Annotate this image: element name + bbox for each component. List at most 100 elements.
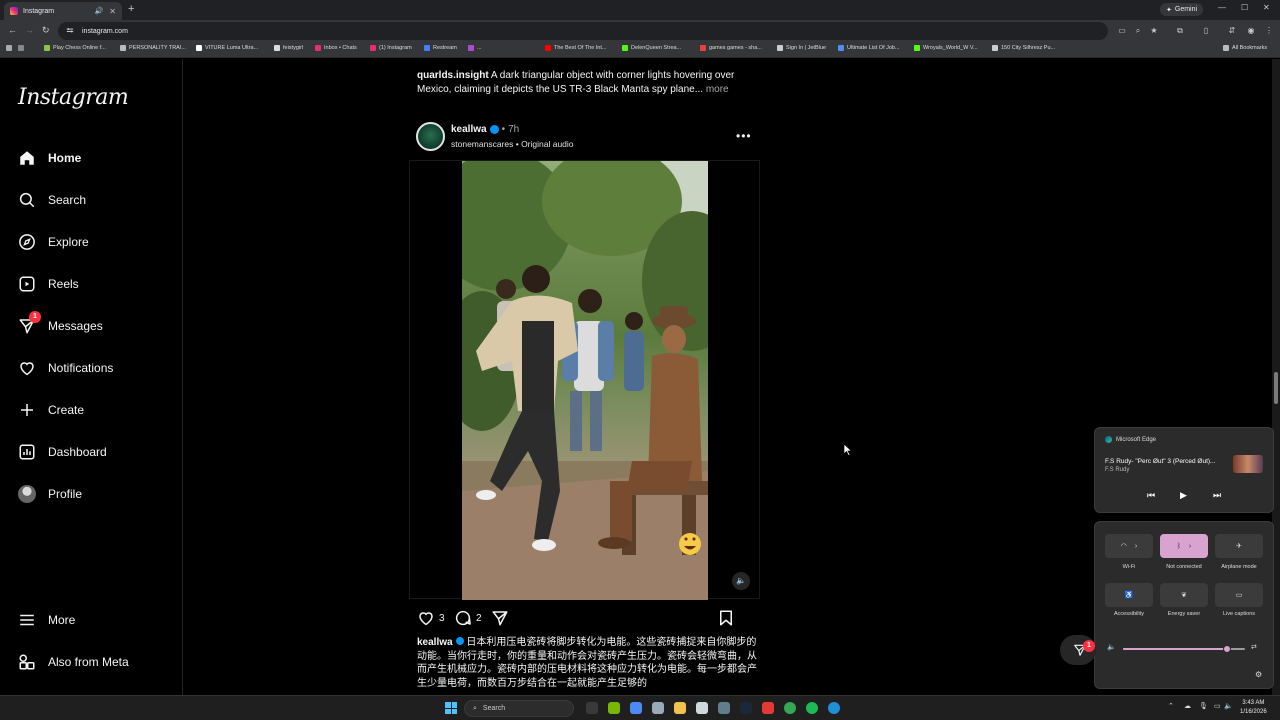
previous-track-icon[interactable]: ⏮ — [1147, 490, 1155, 501]
bluetooth-toggle[interactable]: ᛒ › — [1160, 534, 1208, 558]
post-username[interactable]: keallwa — [451, 124, 487, 135]
bookmark-item[interactable]: DelenQueen Strea... — [622, 45, 681, 51]
more-options-icon[interactable]: ••• — [736, 129, 752, 143]
volume-slider-thumb[interactable] — [1222, 645, 1231, 653]
nav-notifications[interactable]: Notifications — [18, 356, 113, 380]
apps-icon[interactable] — [6, 45, 12, 51]
maximize-icon[interactable]: ☐ — [1241, 3, 1248, 12]
nav-also-from-meta[interactable]: Also from Meta — [18, 650, 129, 674]
share-button[interactable] — [491, 609, 509, 627]
nav-dashboard[interactable]: Dashboard — [18, 440, 107, 464]
new-tab-button[interactable]: + — [128, 3, 134, 15]
scrollbar-thumb[interactable] — [1274, 372, 1278, 404]
spotify-icon[interactable] — [806, 702, 818, 714]
volume-icon[interactable]: 🔈 — [1107, 643, 1116, 651]
accessibility-toggle[interactable]: ♿ — [1105, 583, 1153, 607]
like-button[interactable]: 3 — [417, 609, 445, 627]
app-icon[interactable] — [652, 702, 664, 714]
bookmark-item[interactable]: Wroyals_World_W V... — [914, 45, 978, 51]
nav-messages[interactable]: 1 Messages — [18, 311, 103, 338]
settings-gear-icon[interactable]: ⚙ — [1255, 670, 1262, 679]
volume-icon[interactable]: 🔈 — [1224, 702, 1233, 710]
nav-reels[interactable]: Reels — [18, 272, 79, 296]
nav-home[interactable]: Home — [18, 146, 81, 170]
wifi-toggle[interactable]: ◠ › — [1105, 534, 1153, 558]
play-icon[interactable]: ▶ — [1180, 490, 1187, 501]
bookmark-item[interactable]: Play Chess Online f... — [44, 45, 106, 51]
bookmark-item[interactable]: Ultimate List Of Job... — [838, 45, 900, 51]
close-tab-icon[interactable]: ✕ — [109, 7, 116, 16]
comment-button[interactable]: 2 — [454, 609, 482, 627]
bookmark-item[interactable]: VITURE Luma Ultra... — [196, 45, 258, 51]
post-audio-subtitle[interactable]: stonemanscares • Original audio — [451, 139, 574, 149]
taskbar-search[interactable]: ⌕ Search — [464, 700, 574, 717]
nav-profile[interactable]: Profile — [18, 482, 82, 506]
tray-app-icon[interactable]: 🎙 — [1199, 702, 1208, 710]
energy-saver-toggle[interactable]: ❦ — [1160, 583, 1208, 607]
nav-more[interactable]: More — [18, 608, 75, 632]
next-track-icon[interactable]: ⏭ — [1213, 490, 1221, 501]
nvidia-icon[interactable] — [608, 702, 620, 714]
bookmark-item[interactable]: games games - sha... — [700, 45, 762, 51]
store-icon[interactable] — [696, 702, 708, 714]
bookmark-item[interactable]: feistygirl — [274, 45, 303, 51]
network-icon[interactable]: ▭ — [1214, 702, 1221, 710]
bookmark-item[interactable]: 150 City Silhresz Pu... — [992, 45, 1055, 51]
windows-start-icon[interactable] — [445, 702, 457, 714]
nav-explore[interactable]: Explore — [18, 230, 89, 254]
nav-search[interactable]: Search — [18, 188, 86, 212]
post-author-avatar[interactable] — [416, 122, 445, 151]
cast-icon[interactable]: ▭ — [1117, 26, 1127, 36]
post-timestamp[interactable]: 7h — [508, 124, 519, 135]
all-bookmarks-button[interactable]: All Bookmarks — [1223, 45, 1267, 51]
video-mute-button[interactable]: 🔈 — [732, 572, 750, 590]
chrome-icon[interactable] — [784, 702, 796, 714]
extensions-icon[interactable]: ⧉ — [1175, 26, 1185, 36]
app-icon[interactable] — [762, 702, 774, 714]
tray-chevron-icon[interactable]: ⌃ — [1168, 702, 1174, 710]
task-view-icon[interactable] — [586, 702, 598, 714]
copilot-icon[interactable] — [630, 702, 642, 714]
menu-dots-icon[interactable]: ⋮ — [1264, 26, 1274, 36]
tray-app-icon[interactable]: ☁ — [1184, 702, 1191, 710]
speaker-icon[interactable]: 🔊 — [95, 7, 104, 15]
live-captions-toggle[interactable]: ▭ — [1215, 583, 1263, 607]
steam-icon[interactable] — [740, 702, 752, 714]
post-video[interactable]: 🔈 — [409, 160, 760, 600]
bookmark-item[interactable]: Inbox • Chats — [315, 45, 357, 51]
bookmark-item[interactable]: The Best Of The Int... — [545, 45, 606, 51]
profile-icon[interactable]: ◉ — [1246, 26, 1256, 36]
reload-icon[interactable]: ↻ — [42, 25, 50, 36]
caption-username[interactable]: quarlds.insight — [417, 70, 489, 81]
instagram-logo[interactable]: Instagram — [18, 85, 129, 110]
edge-icon[interactable] — [828, 702, 840, 714]
address-bar[interactable]: instagram.com — [58, 22, 1108, 40]
settings-icon[interactable] — [718, 702, 730, 714]
system-clock[interactable]: 3:43 AM 1/16/2026 — [1240, 699, 1267, 717]
grid-icon[interactable] — [18, 45, 24, 51]
gemini-button[interactable]: ✦ Gemini — [1160, 3, 1204, 16]
bookmark-item[interactable]: Sign In | JetBlue — [777, 45, 826, 51]
bookmark-item[interactable]: PERSONALITY TRAI... — [120, 45, 186, 51]
audio-output-icon[interactable]: ⇄ — [1251, 643, 1257, 651]
save-button[interactable] — [717, 609, 735, 627]
zoom-icon[interactable]: ⌕ — [1133, 26, 1143, 36]
file-explorer-icon[interactable] — [674, 702, 686, 714]
chevron-right-icon[interactable]: › — [1135, 543, 1137, 550]
sidebar-icon[interactable]: ▯ — [1201, 26, 1211, 36]
forward-icon[interactable]: → — [25, 25, 34, 35]
nav-create[interactable]: Create — [18, 398, 84, 422]
bookmark-item[interactable]: (1) Instagram — [370, 45, 412, 51]
airplane-mode-toggle[interactable]: ✈ — [1215, 534, 1263, 558]
bookmark-item[interactable]: ... — [468, 45, 482, 51]
close-window-icon[interactable]: ✕ — [1263, 3, 1270, 12]
browser-tab-instagram[interactable]: Instagram 🔊 ✕ — [4, 2, 122, 20]
downloads-icon[interactable]: ⇵ — [1227, 26, 1237, 36]
site-info-icon[interactable] — [66, 27, 74, 35]
caption-username[interactable]: keallwa — [417, 637, 453, 648]
bookmark-item[interactable]: Restream — [424, 45, 457, 51]
chevron-right-icon[interactable]: › — [1189, 543, 1191, 550]
bookmark-star-icon[interactable]: ★ — [1149, 26, 1159, 36]
minimize-icon[interactable]: — — [1218, 3, 1226, 12]
back-icon[interactable]: ← — [8, 25, 17, 35]
